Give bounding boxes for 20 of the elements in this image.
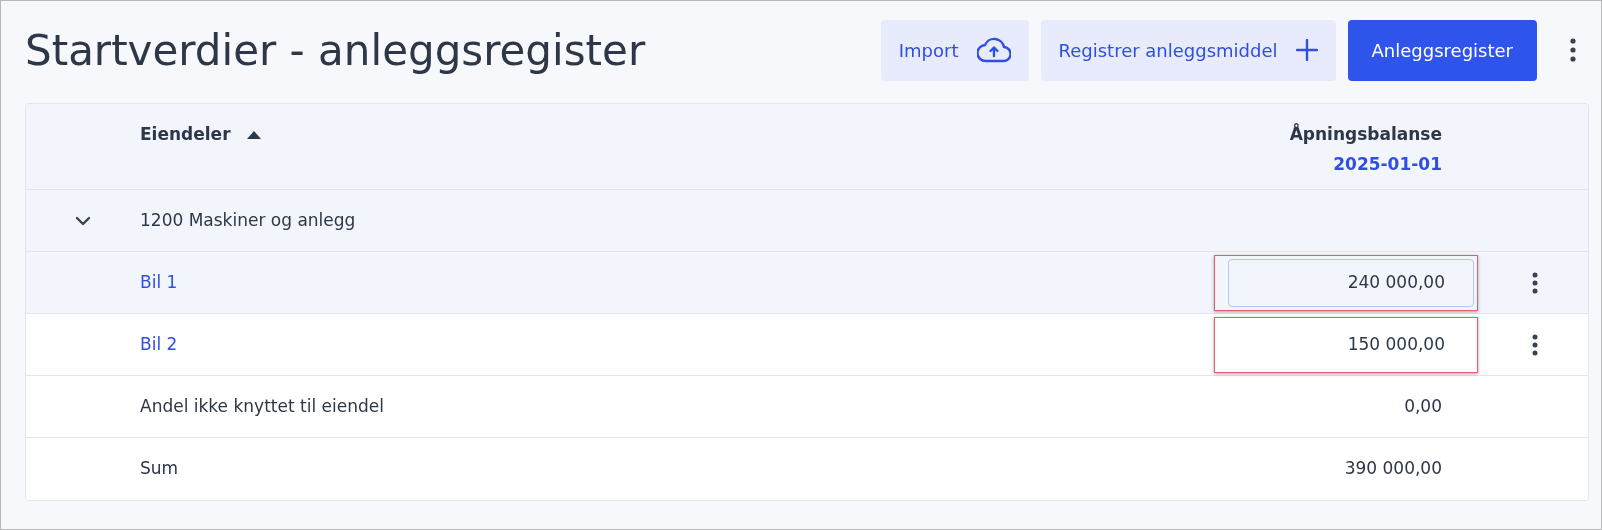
asset-link[interactable]: Bil 2	[140, 331, 178, 358]
asset-link[interactable]: Bil 1	[140, 269, 178, 296]
group-label: 1200 Maskiner og anlegg	[140, 208, 356, 232]
cloud-upload-icon	[976, 37, 1011, 63]
add-button[interactable]: Registrer anleggsmiddel	[1040, 19, 1336, 81]
row-label: Andel ikke knyttet til eiendel	[140, 394, 384, 418]
column-header: Åpningsbalanse	[1289, 122, 1442, 146]
row-label: Sum	[140, 457, 179, 481]
more-icon[interactable]	[1567, 35, 1579, 65]
register-button[interactable]: Anleggsregister	[1347, 19, 1537, 81]
column-header[interactable]: Eiendeler	[140, 122, 231, 148]
amount: 390 000,00	[1344, 457, 1442, 481]
column-date: 2025-01-01	[1333, 152, 1442, 176]
amount-field[interactable]: 150 000,00	[1214, 316, 1478, 373]
import-button[interactable]: Import	[880, 19, 1029, 81]
amount-field[interactable]: 240 000,00	[1214, 254, 1478, 311]
plus-icon	[1295, 39, 1318, 61]
page-title: Startverdier - anleggsregister	[25, 24, 647, 77]
chevron-down-icon[interactable]	[75, 215, 91, 226]
amount: 0,00	[1404, 394, 1442, 418]
